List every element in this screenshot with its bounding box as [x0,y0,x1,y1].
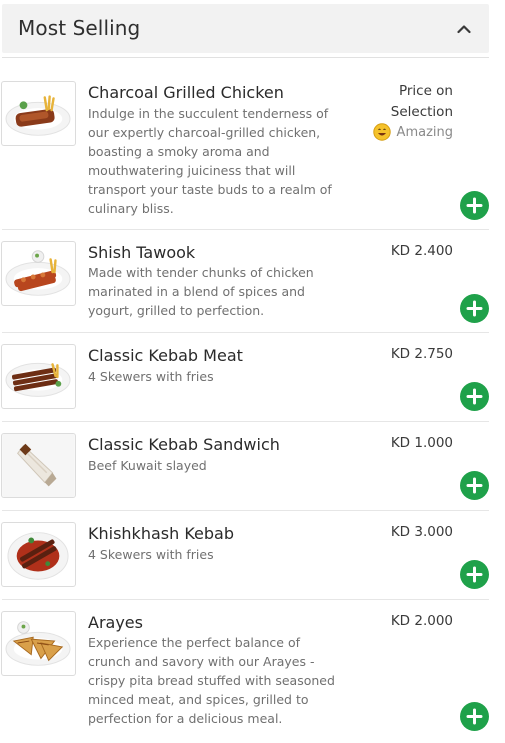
add-to-cart-button[interactable] [460,471,489,500]
plus-icon [466,566,483,583]
add-to-cart-button[interactable] [460,560,489,589]
item-image [1,433,76,498]
item-image [1,241,76,306]
menu-item-arayes[interactable]: Arayes Experience the perfect balance of… [0,600,489,743]
menu-item-khishkhash-kebab[interactable]: Khishkhash Kebab 4 Skewers with fries KD… [0,511,489,600]
item-name[interactable]: Shish Tawook [88,243,195,262]
item-price: KD 3.000 [390,524,453,540]
add-to-cart-button[interactable] [460,191,489,220]
item-name[interactable]: Charcoal Grilled Chicken [88,83,284,102]
plus-icon [466,197,483,214]
item-description: Made with tender chunks of chicken marin… [88,265,314,318]
add-to-cart-button[interactable] [460,702,489,731]
item-description: 4 Skewers with fries [88,369,214,384]
chevron-up-icon[interactable] [457,21,471,35]
item-name[interactable]: Classic Kebab Meat [88,346,243,365]
item-price: KD 2.000 [390,613,453,629]
plus-icon [466,477,483,494]
menu-item-classic-kebab-meat[interactable]: Classic Kebab Meat 4 Skewers with fries … [0,333,489,422]
item-name[interactable]: Arayes [88,613,143,632]
item-tag: Amazing [372,123,453,141]
section-header[interactable]: Most Selling [2,4,489,53]
plus-icon [466,708,483,725]
menu-item-shish-tawook[interactable]: Shish Tawook Made with tender chunks of … [0,230,489,333]
menu-item-charcoal-grilled-chicken[interactable]: Charcoal Grilled Chicken Indulge in the … [0,58,489,230]
item-price: KD 2.400 [390,243,453,259]
add-to-cart-button[interactable] [460,294,489,323]
section-title: Most Selling [18,16,141,40]
item-image [1,522,76,587]
item-image [1,611,76,676]
tag-label: Amazing [396,124,453,140]
item-description: Experience the perfect balance of crunch… [88,635,335,726]
plus-icon [466,388,483,405]
plus-icon [466,300,483,317]
smiley-face-icon [372,123,391,141]
item-price: KD 1.000 [390,435,453,451]
item-price: Price on Selection [391,81,453,123]
add-to-cart-button[interactable] [460,382,489,411]
item-description: Beef Kuwait slayed [88,458,207,473]
item-price: KD 2.750 [390,346,453,362]
item-name[interactable]: Khishkhash Kebab [88,524,234,543]
item-name[interactable]: Classic Kebab Sandwich [88,435,280,454]
item-image [1,344,76,409]
item-image [1,81,76,146]
item-description: Indulge in the succulent tenderness of o… [88,106,332,216]
price-line-2: Selection [390,104,453,120]
price-line-1: Price on [398,83,453,99]
item-description: 4 Skewers with fries [88,547,214,562]
menu-item-classic-kebab-sandwich[interactable]: Classic Kebab Sandwich Beef Kuwait slaye… [0,422,489,511]
